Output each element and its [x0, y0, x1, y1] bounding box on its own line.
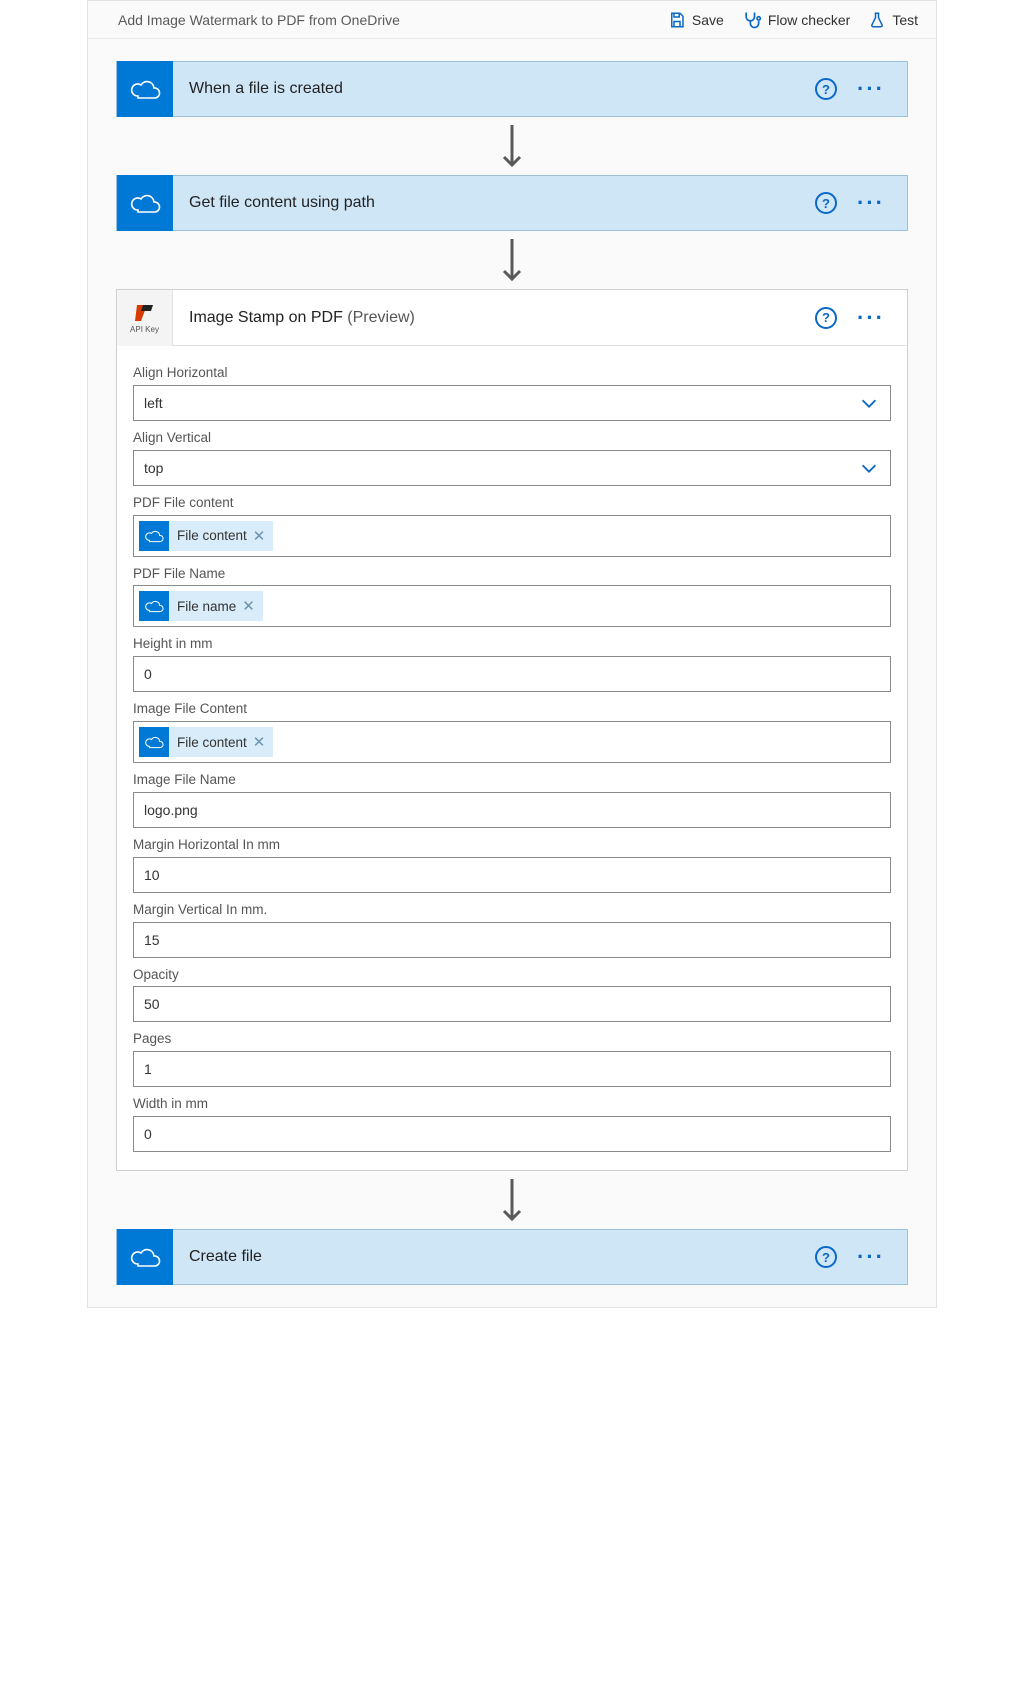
onedrive-icon [139, 591, 169, 621]
width-value: 0 [144, 1126, 152, 1142]
align-vertical-label: Align Vertical [133, 431, 333, 446]
margin-v-value: 15 [144, 932, 160, 948]
flow-canvas: When a file is created ? ··· Get file co… [88, 39, 936, 1307]
onedrive-icon [117, 175, 173, 231]
pdf-name-label: PDF File Name [133, 567, 333, 582]
flow-checker-button[interactable]: Flow checker [742, 10, 850, 30]
align-horizontal-select[interactable]: left [133, 385, 891, 421]
pages-value: 1 [144, 1061, 152, 1077]
save-icon [668, 11, 686, 29]
height-value: 0 [144, 666, 152, 682]
pages-input[interactable]: 1 [133, 1051, 891, 1087]
save-button[interactable]: Save [668, 11, 724, 29]
step-image-stamp-card: API Key Image Stamp on PDF (Preview) ? ·… [116, 289, 908, 1171]
onedrive-icon [117, 1229, 173, 1285]
top-actions: Save Flow checker Test [668, 10, 918, 30]
card-body: Align Horizontal left Align Vertical top… [117, 346, 907, 1170]
apikey-connector-icon: API Key [117, 290, 173, 346]
file-name-token[interactable]: File name ✕ [139, 591, 263, 621]
test-button[interactable]: Test [868, 11, 918, 29]
token-label: File name [177, 599, 236, 614]
step1-title: When a file is created [173, 80, 815, 98]
image-name-input[interactable]: logo.png [133, 792, 891, 828]
arrow-down-icon [499, 1177, 525, 1223]
help-icon[interactable]: ? [815, 1246, 837, 1268]
flask-icon [868, 11, 886, 29]
file-content-token[interactable]: File content ✕ [139, 727, 273, 757]
image-name-value: logo.png [144, 802, 198, 818]
flow-designer-frame: Add Image Watermark to PDF from OneDrive… [87, 0, 937, 1308]
onedrive-icon [139, 727, 169, 757]
width-input[interactable]: 0 [133, 1116, 891, 1152]
onedrive-icon [117, 61, 173, 117]
onedrive-icon [139, 521, 169, 551]
flow-title: Add Image Watermark to PDF from OneDrive [118, 12, 668, 28]
margin-v-label: Margin Vertical In mm. [133, 903, 333, 918]
margin-h-input[interactable]: 10 [133, 857, 891, 893]
token-remove-icon[interactable]: ✕ [253, 733, 266, 751]
step2-title: Get file content using path [173, 194, 815, 212]
help-icon[interactable]: ? [815, 78, 837, 100]
flow-checker-label: Flow checker [768, 12, 850, 28]
margin-v-input[interactable]: 15 [133, 922, 891, 958]
align-vertical-value: top [144, 460, 163, 476]
chevron-down-icon [858, 457, 880, 479]
image-content-label: Image File Content [133, 702, 333, 717]
opacity-input[interactable]: 50 [133, 986, 891, 1022]
height-input[interactable]: 0 [133, 656, 891, 692]
opacity-value: 50 [144, 996, 160, 1012]
opacity-label: Opacity [133, 968, 333, 983]
preview-suffix: (Preview) [347, 309, 415, 326]
arrow-connector [116, 231, 908, 289]
apikey-icon-label: API Key [130, 325, 159, 334]
image-content-field[interactable]: File content ✕ [133, 721, 891, 763]
file-content-token[interactable]: File content ✕ [139, 521, 273, 551]
pdf-content-label: PDF File content [133, 496, 333, 511]
arrow-connector [116, 117, 908, 175]
pdf-name-field[interactable]: File name ✕ [133, 585, 891, 627]
step-get-file-content[interactable]: Get file content using path ? ··· [116, 175, 908, 231]
step-menu-button[interactable]: ··· [857, 192, 885, 214]
pages-label: Pages [133, 1032, 333, 1047]
step4-title: Create file [173, 1248, 815, 1266]
token-remove-icon[interactable]: ✕ [253, 527, 266, 545]
height-label: Height in mm [133, 637, 333, 652]
test-label: Test [892, 12, 918, 28]
step-menu-button[interactable]: ··· [857, 307, 885, 329]
token-remove-icon[interactable]: ✕ [242, 597, 255, 615]
save-label: Save [692, 12, 724, 28]
align-horizontal-label: Align Horizontal [133, 366, 333, 381]
token-label: File content [177, 528, 247, 543]
image-name-label: Image File Name [133, 773, 333, 788]
stethoscope-icon [742, 10, 762, 30]
step3-title: Image Stamp on PDF (Preview) [173, 309, 815, 327]
help-icon[interactable]: ? [815, 192, 837, 214]
align-horizontal-value: left [144, 395, 163, 411]
step-menu-button[interactable]: ··· [857, 78, 885, 100]
width-label: Width in mm [133, 1097, 333, 1112]
arrow-down-icon [499, 237, 525, 283]
step-menu-button[interactable]: ··· [857, 1246, 885, 1268]
help-icon[interactable]: ? [815, 307, 837, 329]
margin-h-label: Margin Horizontal In mm [133, 838, 333, 853]
topbar: Add Image Watermark to PDF from OneDrive… [88, 1, 936, 39]
step-when-file-created[interactable]: When a file is created ? ··· [116, 61, 908, 117]
arrow-connector [116, 1171, 908, 1229]
pdf-content-field[interactable]: File content ✕ [133, 515, 891, 557]
chevron-down-icon [858, 392, 880, 414]
token-label: File content [177, 735, 247, 750]
margin-h-value: 10 [144, 867, 160, 883]
step-create-file[interactable]: Create file ? ··· [116, 1229, 908, 1285]
arrow-down-icon [499, 123, 525, 169]
card-header[interactable]: API Key Image Stamp on PDF (Preview) ? ·… [117, 290, 907, 346]
align-vertical-select[interactable]: top [133, 450, 891, 486]
